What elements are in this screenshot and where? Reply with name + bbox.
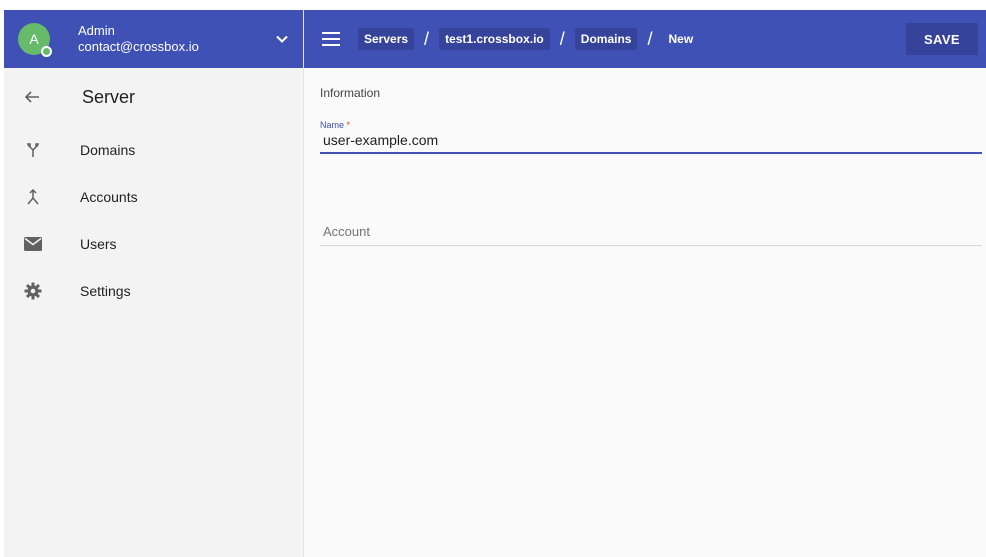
user-email: contact@crossbox.io [78, 39, 199, 54]
breadcrumb-current: New [668, 32, 694, 46]
user-info: Admin contact@crossbox.io [78, 23, 273, 55]
user-name: Admin [78, 23, 115, 38]
sidebar-item-domains[interactable]: Domains [4, 126, 303, 173]
domains-fork-icon [24, 141, 42, 159]
hamburger-menu-icon[interactable] [320, 28, 342, 50]
app-window: A Admin contact@crossbox.io Server Domai… [4, 10, 986, 557]
breadcrumb-domains[interactable]: Domains [574, 28, 638, 50]
sidebar-item-users[interactable]: Users [4, 220, 303, 267]
account-field [320, 222, 982, 246]
breadcrumb: Servers / test1.crossbox.io / Domains / … [358, 28, 699, 50]
sidebar-item-label: Settings [80, 282, 131, 299]
chevron-down-icon[interactable] [273, 30, 291, 48]
form-content: Information Name * [304, 68, 986, 246]
sidebar-item-label: Users [80, 235, 117, 252]
accounts-merge-icon [24, 188, 42, 206]
avatar-initial: A [29, 31, 39, 47]
breadcrumb-servers[interactable]: Servers [358, 28, 415, 50]
sidebar: A Admin contact@crossbox.io Server Domai… [4, 10, 304, 557]
avatar[interactable]: A [18, 23, 52, 57]
breadcrumb-separator: / [559, 28, 565, 49]
arrow-back-icon[interactable] [24, 89, 40, 105]
mail-icon [24, 235, 42, 253]
breadcrumb-server[interactable]: test1.crossbox.io [439, 28, 550, 50]
sidebar-item-settings[interactable]: Settings [4, 267, 303, 314]
sidebar-item-accounts[interactable]: Accounts [4, 173, 303, 220]
sidebar-back[interactable]: Server [4, 68, 303, 126]
account-input[interactable] [320, 222, 982, 246]
gear-icon [24, 282, 42, 300]
save-button[interactable]: SAVE [906, 23, 978, 55]
sidebar-item-label: Accounts [80, 188, 138, 205]
breadcrumb-separator: / [424, 28, 430, 49]
breadcrumb-separator: / [647, 28, 653, 49]
required-marker: * [346, 120, 351, 130]
user-header[interactable]: A Admin contact@crossbox.io [4, 10, 303, 68]
topbar: Servers / test1.crossbox.io / Domains / … [304, 10, 986, 68]
name-field: Name * [320, 120, 982, 154]
main-panel: Servers / test1.crossbox.io / Domains / … [304, 10, 986, 557]
online-status-icon [41, 46, 52, 57]
name-input[interactable] [320, 130, 982, 154]
section-title: Information [320, 86, 381, 100]
name-label-text: Name [320, 120, 345, 130]
sidebar-nav: Server Domains Accounts Users Settings [4, 68, 303, 314]
sidebar-title: Server [82, 86, 136, 107]
sidebar-item-label: Domains [80, 141, 136, 158]
name-label: Name * [320, 120, 982, 130]
